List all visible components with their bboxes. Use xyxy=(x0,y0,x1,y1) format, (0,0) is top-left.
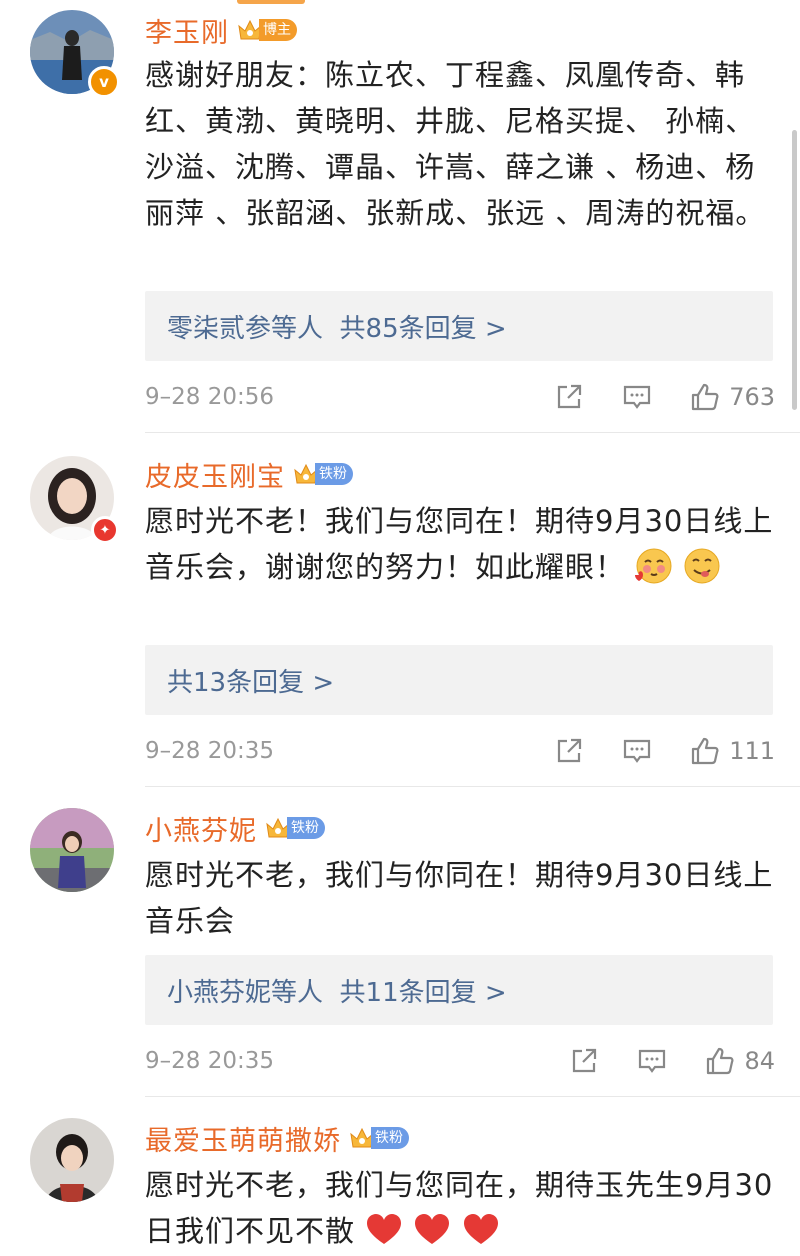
divider xyxy=(145,786,800,787)
red-heart-emoji-icon xyxy=(463,1214,498,1244)
comment-text: 愿时光不老，我们与您同在，期待玉先生9月30日我们不见不散 xyxy=(145,1168,774,1248)
username[interactable]: 最爱玉萌萌撒娇 xyxy=(145,1119,341,1158)
action-bar: 763 xyxy=(553,381,775,413)
blushing-face-emoji-icon xyxy=(635,548,672,584)
share-icon[interactable] xyxy=(568,1045,600,1077)
red-heart-emoji-icon xyxy=(415,1214,450,1244)
like-icon[interactable] xyxy=(704,1045,736,1077)
timestamp: 9–28 20:35 xyxy=(145,1048,274,1074)
timestamp: 9–28 20:56 xyxy=(145,384,274,410)
like-count: 763 xyxy=(729,383,775,411)
comment-icon[interactable] xyxy=(636,1045,668,1077)
name-row: 皮皮玉刚宝 铁粉 xyxy=(145,455,353,494)
tiefen-badge: 铁粉 xyxy=(349,1125,409,1151)
tiefen-badge: 铁粉 xyxy=(265,815,325,841)
like-icon[interactable] xyxy=(689,735,721,767)
action-bar: 111 xyxy=(553,735,775,767)
divider xyxy=(145,432,800,433)
name-row: 小燕芬妮 铁粉 xyxy=(145,809,325,848)
username[interactable]: 李玉刚 xyxy=(145,11,229,50)
scrollbar[interactable] xyxy=(792,130,797,410)
action-bar: 84 xyxy=(568,1045,775,1077)
red-heart-emoji-icon xyxy=(367,1214,402,1244)
tiefen-badge: 铁粉 xyxy=(293,461,353,487)
comment-icon[interactable] xyxy=(621,735,653,767)
comment-meta: 9–28 20:35 111 xyxy=(145,734,775,768)
avatar[interactable] xyxy=(30,1118,114,1202)
name-row: 李玉刚 博主 xyxy=(145,11,297,50)
username[interactable]: 小燕芬妮 xyxy=(145,809,257,848)
bozhu-badge: 博主 xyxy=(237,17,297,43)
comment-icon[interactable] xyxy=(621,381,653,413)
name-row: 最爱玉萌萌撒娇 铁粉 xyxy=(145,1119,409,1158)
reply-summary-link[interactable]: 共13条回复 > xyxy=(145,645,773,715)
divider xyxy=(145,1096,800,1097)
reply-summary-link[interactable]: 零柒贰参等人 共85条回复 > xyxy=(145,291,773,361)
username[interactable]: 皮皮玉刚宝 xyxy=(145,455,285,494)
share-icon[interactable] xyxy=(553,735,585,767)
comment-text: 感谢好朋友：陈立农、丁程鑫、凤凰传奇、韩红、黄渤、黄晓明、井胧、尼格买提、 孙楠… xyxy=(145,58,766,230)
share-icon[interactable] xyxy=(553,381,585,413)
like-count: 111 xyxy=(729,737,775,765)
verified-v-icon: v xyxy=(88,66,120,98)
comment-text: 愿时光不老，我们与你同在！期待9月30日线上音乐会 xyxy=(145,858,774,938)
top-accent-bar xyxy=(237,0,305,4)
comment-meta: 9–28 20:35 84 xyxy=(145,1044,775,1078)
yummy-face-emoji-icon xyxy=(684,548,720,584)
reply-summary-link[interactable]: 小燕芬妮等人 共11条回复 > xyxy=(145,955,773,1025)
avatar[interactable] xyxy=(30,808,114,892)
comment-text: 愿时光不老！我们与您同在！期待9月30日线上音乐会，谢谢您的努力！如此耀眼！ xyxy=(145,504,774,584)
timestamp: 9–28 20:35 xyxy=(145,738,274,764)
fan-star-icon: ✦ xyxy=(91,516,119,544)
comment-meta: 9–28 20:56 763 xyxy=(145,380,775,414)
like-count: 84 xyxy=(744,1047,775,1075)
like-icon[interactable] xyxy=(689,381,721,413)
